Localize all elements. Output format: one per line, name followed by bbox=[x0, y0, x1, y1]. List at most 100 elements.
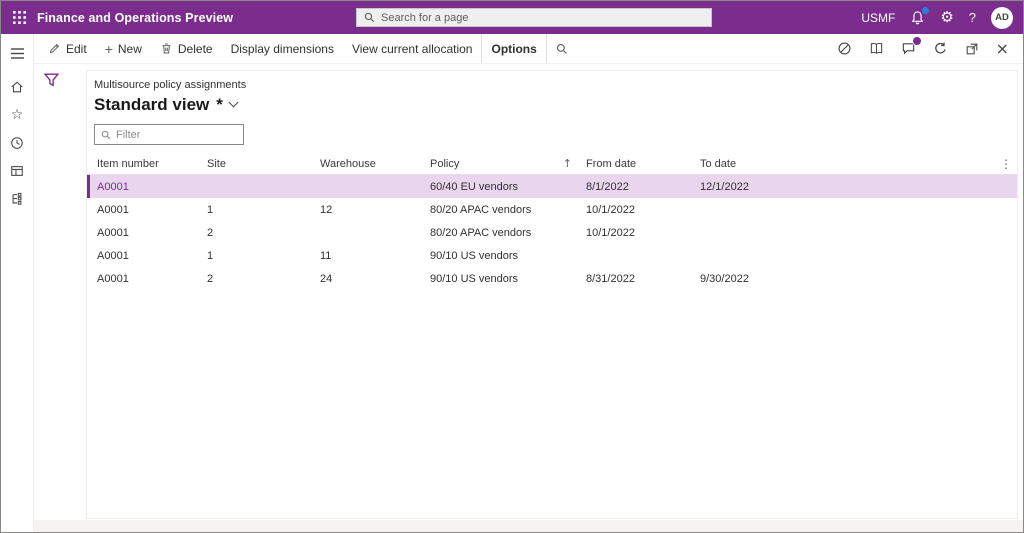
cell-warehouse: 12 bbox=[320, 203, 333, 216]
cell-policy: 60/40 EU vendors bbox=[430, 180, 519, 193]
cell-to-date: 9/30/2022 bbox=[700, 272, 749, 285]
nav-workspaces-button[interactable] bbox=[1, 157, 34, 185]
grid-filter-box[interactable] bbox=[94, 124, 244, 145]
search-icon bbox=[556, 43, 568, 55]
view-current-allocation-button[interactable]: View current allocation bbox=[343, 34, 482, 63]
cell-warehouse: 24 bbox=[320, 272, 333, 285]
grid-options-kebab-icon[interactable]: ⋮ bbox=[1000, 153, 1012, 175]
table-row[interactable]: A0001 2 80/20 APAC vendors 10/1/2022 bbox=[87, 221, 1017, 244]
item-number-link[interactable]: A0001 bbox=[97, 273, 129, 285]
messages-button[interactable] bbox=[901, 36, 922, 56]
display-dimensions-label: Display dimensions bbox=[230, 41, 334, 56]
grid-header-row: Item number Site Warehouse Policy ↑ From… bbox=[87, 153, 1017, 175]
column-header-item-number[interactable]: Item number bbox=[87, 158, 197, 170]
refresh-icon bbox=[933, 41, 948, 56]
app-window: Finance and Operations Preview USMF bbox=[0, 0, 1024, 533]
help-button[interactable]: ? bbox=[969, 10, 976, 25]
new-button[interactable]: + New bbox=[96, 34, 151, 63]
item-number-link[interactable]: A0001 bbox=[97, 181, 129, 193]
page-content: Multisource policy assignments Standard … bbox=[34, 64, 1023, 532]
page-caption: Multisource policy assignments bbox=[94, 79, 247, 91]
app-bar-actions: USMF ⚙ ? AD bbox=[861, 6, 1023, 29]
item-number-link[interactable]: A0001 bbox=[97, 227, 129, 239]
messages-badge bbox=[911, 36, 922, 46]
action-pane-right: × bbox=[837, 36, 1023, 58]
book-icon bbox=[869, 41, 884, 56]
notifications-button[interactable] bbox=[910, 6, 931, 25]
table-row[interactable]: A0001 60/40 EU vendors 8/1/2022 12/1/202… bbox=[87, 175, 1017, 198]
policy-header-label: Policy bbox=[430, 157, 460, 170]
column-header-warehouse[interactable]: Warehouse bbox=[310, 158, 420, 170]
dismiss-personalization-button[interactable] bbox=[837, 41, 852, 56]
task-guides-button[interactable] bbox=[869, 41, 884, 56]
popout-icon bbox=[965, 42, 979, 56]
options-tab[interactable]: Options bbox=[481, 34, 547, 63]
edit-button[interactable]: Edit bbox=[39, 34, 96, 63]
page-search-input[interactable] bbox=[381, 11, 704, 24]
app-launcher-button[interactable] bbox=[1, 1, 37, 34]
display-dimensions-button[interactable]: Display dimensions bbox=[222, 34, 343, 63]
nav-modules-button[interactable] bbox=[1, 185, 34, 213]
close-button[interactable]: × bbox=[995, 38, 1009, 58]
cell-site: 1 bbox=[207, 203, 214, 216]
cell-to-date: 12/1/2022 bbox=[700, 180, 749, 193]
company-picker[interactable]: USMF bbox=[861, 11, 895, 25]
view-selector[interactable]: Standard view * bbox=[94, 95, 1017, 115]
close-icon: × bbox=[995, 38, 1009, 58]
table-row[interactable]: A0001 2 24 90/10 US vendors 8/31/2022 9/… bbox=[87, 267, 1017, 290]
cell-from-date: 10/1/2022 bbox=[586, 226, 635, 239]
options-label: Options bbox=[491, 41, 537, 56]
column-header-to-date[interactable]: To date bbox=[690, 158, 1017, 170]
avatar[interactable]: AD bbox=[991, 6, 1013, 29]
clock-icon bbox=[10, 136, 24, 150]
nav-favorites-button[interactable]: ☆ bbox=[1, 101, 34, 129]
action-pane: Edit + New Delete Display dimensions Vie… bbox=[34, 34, 1023, 64]
search-icon bbox=[364, 12, 375, 23]
column-header-site[interactable]: Site bbox=[197, 158, 310, 170]
column-header-policy[interactable]: Policy ↑ bbox=[420, 157, 576, 170]
sort-ascending-icon: ↑ bbox=[562, 157, 572, 170]
table-row[interactable]: A0001 1 11 90/10 US vendors bbox=[87, 244, 1017, 267]
page-search-box[interactable] bbox=[356, 8, 712, 27]
cell-policy: 90/10 US vendors bbox=[430, 249, 519, 262]
cell-policy: 90/10 US vendors bbox=[430, 272, 519, 285]
popout-icon-button[interactable] bbox=[965, 42, 979, 56]
cell-site: 2 bbox=[207, 226, 214, 239]
filter-pane-button[interactable] bbox=[43, 71, 61, 89]
hamburger-icon bbox=[10, 47, 24, 59]
table-row[interactable]: A0001 1 12 80/20 APAC vendors 10/1/2022 bbox=[87, 198, 1017, 221]
nav-recent-button[interactable] bbox=[1, 129, 34, 157]
hierarchy-icon bbox=[10, 192, 24, 206]
edit-label: Edit bbox=[66, 41, 87, 56]
item-number-link[interactable]: A0001 bbox=[97, 250, 129, 262]
chevron-down-icon bbox=[228, 97, 239, 108]
expand-navigation-button[interactable] bbox=[1, 39, 34, 67]
home-icon bbox=[10, 80, 24, 94]
cell-site: 1 bbox=[207, 249, 214, 262]
cell-from-date: 8/31/2022 bbox=[586, 272, 635, 285]
item-number-link[interactable]: A0001 bbox=[97, 204, 129, 216]
plus-icon: + bbox=[104, 40, 113, 57]
nav-rail: ☆ bbox=[1, 34, 34, 532]
notification-badge bbox=[921, 6, 931, 15]
gear-icon: ⚙ bbox=[940, 8, 954, 26]
policy-assignments-grid: Item number Site Warehouse Policy ↑ From… bbox=[87, 153, 1017, 290]
app-bar: Finance and Operations Preview USMF bbox=[1, 1, 1023, 34]
column-header-from-date[interactable]: From date bbox=[576, 158, 690, 170]
waffle-icon bbox=[12, 11, 26, 24]
action-search-button[interactable] bbox=[547, 34, 577, 63]
page-card: Multisource policy assignments Standard … bbox=[86, 70, 1018, 519]
refresh-button[interactable] bbox=[933, 41, 948, 56]
nav-home-button[interactable] bbox=[1, 73, 34, 101]
delete-label: Delete bbox=[177, 41, 213, 56]
funnel-icon bbox=[43, 71, 61, 88]
settings-button[interactable]: ⚙ bbox=[940, 10, 953, 25]
cell-site: 2 bbox=[207, 272, 214, 285]
delete-button[interactable]: Delete bbox=[151, 34, 222, 63]
cell-policy: 80/20 APAC vendors bbox=[430, 203, 532, 216]
star-icon: ☆ bbox=[10, 107, 24, 123]
search-icon bbox=[101, 130, 111, 140]
cell-policy: 80/20 APAC vendors bbox=[430, 226, 532, 239]
view-current-allocation-label: View current allocation bbox=[351, 41, 473, 56]
grid-filter-input[interactable] bbox=[116, 128, 237, 141]
